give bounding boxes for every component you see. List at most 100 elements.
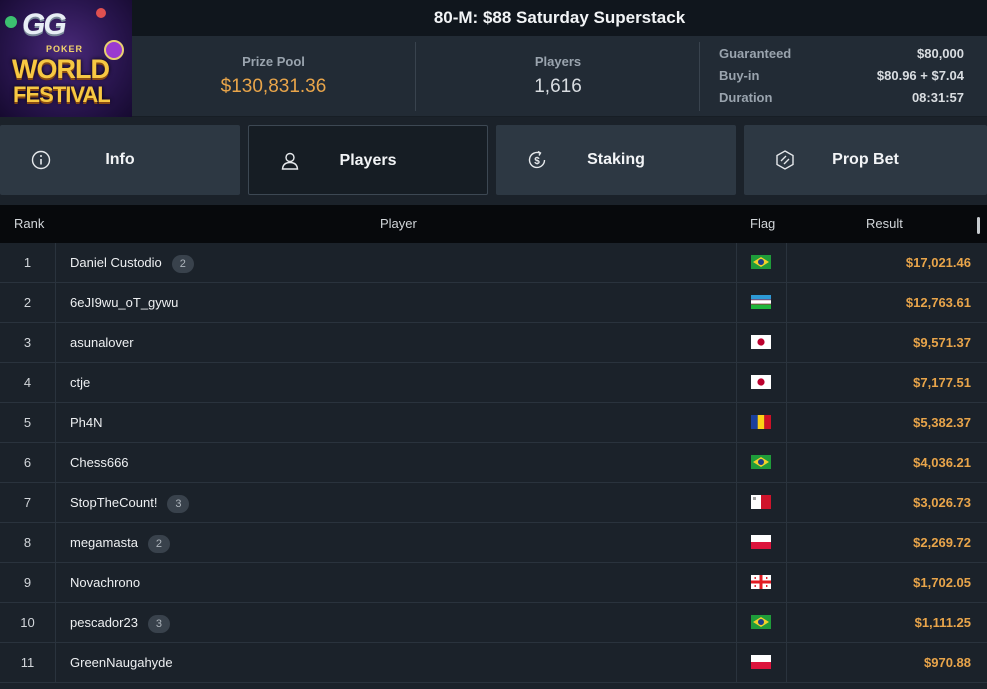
flag-column-header[interactable]: Flag	[750, 216, 775, 231]
scrollbar-thumb[interactable]	[977, 217, 980, 234]
player-name-cell: Chess666	[70, 443, 129, 483]
rank-cell: 1	[0, 243, 56, 283]
player-name-cell: Daniel Custodio 2	[70, 243, 194, 283]
tab-info-label: Info	[105, 151, 135, 168]
player-name: StopTheCount!	[70, 495, 158, 510]
rank-cell: 5	[0, 403, 56, 443]
buyin-label: Buy-in	[719, 68, 760, 83]
rank-cell: 10	[0, 603, 56, 643]
player-name: Ph4N	[70, 415, 103, 430]
table-row[interactable]: 4 ctje $7,177.51	[0, 363, 987, 403]
table-row[interactable]: 6 Chess666 $4,036.21	[0, 443, 987, 483]
rank-cell: 7	[0, 483, 56, 523]
player-name: GreenNaugahyde	[70, 655, 173, 670]
player-name: ctje	[70, 375, 91, 390]
flag-cell	[736, 483, 787, 523]
brazil-flag-icon	[751, 615, 771, 629]
poland-flag-icon	[751, 535, 771, 549]
tab-info[interactable]: Info	[0, 125, 240, 195]
brazil-flag-icon	[751, 255, 771, 269]
flag-cell	[736, 563, 787, 603]
prize-pool-label: Prize Pool	[242, 54, 305, 69]
table-header: Rank Player Flag Result	[0, 205, 987, 243]
table-row[interactable]: 10 pescador23 3 $1,111.25	[0, 603, 987, 643]
logo-gg-text: GG	[22, 8, 67, 41]
table-row[interactable]: 1 Daniel Custodio 2 $17,021.46	[0, 243, 987, 283]
georgia-flag-icon	[751, 575, 771, 589]
flag-cell	[736, 403, 787, 443]
result-cell: $12,763.61	[905, 295, 971, 310]
tab-prop-bet[interactable]: Prop Bet	[744, 125, 987, 195]
logo-gem-decoration	[5, 16, 17, 28]
flag-cell	[736, 363, 787, 403]
rank-cell: 11	[0, 643, 56, 683]
tab-staking[interactable]: $ Staking	[496, 125, 736, 195]
player-name: 6eJI9wu_oT_gywu	[70, 295, 179, 310]
table-row[interactable]: 11 GreenNaugahyde $970.88	[0, 643, 987, 683]
player-name-cell: ctje	[70, 363, 90, 403]
duration-label: Duration	[719, 90, 773, 105]
logo-poker-text: POKER	[46, 44, 84, 54]
tournament-stats-panel: Prize Pool $130,831.36 Players 1,616 Gua…	[132, 36, 987, 117]
result-cell: $3,026.73	[913, 495, 971, 510]
player-name: asunalover	[70, 335, 134, 350]
player-name-cell: StopTheCount! 3	[70, 483, 190, 523]
romania-flag-icon	[751, 415, 771, 429]
player-name-cell: Novachrono	[70, 563, 140, 603]
player-name-cell: pescador23 3	[70, 603, 170, 643]
entries-badge: 2	[147, 534, 170, 553]
player-name: Novachrono	[70, 575, 141, 590]
guaranteed-label: Guaranteed	[719, 46, 792, 61]
player-name-cell: asunalover	[70, 323, 134, 363]
table-row[interactable]: 8 megamasta 2 $2,269.72	[0, 523, 987, 563]
result-column-header[interactable]: Result	[866, 216, 903, 231]
guaranteed-row: Guaranteed $80,000	[719, 46, 964, 68]
result-cell: $1,702.05	[913, 575, 971, 590]
table-row[interactable]: 7 StopTheCount! 3 $3,026.73	[0, 483, 987, 523]
result-cell: $17,021.46	[905, 255, 971, 270]
flag-cell	[736, 323, 787, 363]
flag-cell	[736, 243, 787, 283]
player-name: pescador23	[70, 615, 138, 630]
duration-row: Duration 08:31:57	[719, 90, 964, 112]
prize-pool-stat: Prize Pool $130,831.36	[132, 36, 415, 117]
tab-bar: Info Players $ Staking Prop Bet	[0, 125, 987, 195]
players-stat: Players 1,616	[416, 36, 700, 117]
result-cell: $2,269.72	[913, 535, 971, 550]
result-cell: $4,036.21	[913, 455, 971, 470]
tab-players[interactable]: Players	[248, 125, 488, 195]
tournament-details: Guaranteed $80,000 Buy-in $80.96 + $7.04…	[719, 46, 964, 112]
rank-cell: 8	[0, 523, 56, 563]
logo-festival-text: FESTIVAL	[13, 82, 111, 107]
flag-cell	[736, 443, 787, 483]
flag-cell	[736, 523, 787, 563]
tab-players-label: Players	[339, 152, 397, 169]
table-row[interactable]: 3 asunalover $9,571.37	[0, 323, 987, 363]
players-value: 1,616	[534, 76, 582, 97]
table-row[interactable]: 2 6eJI9wu_oT_gywu $12,763.61	[0, 283, 987, 323]
poland-flag-icon	[751, 655, 771, 669]
entries-badge: 3	[167, 494, 190, 513]
logo-world-text: WORLD	[12, 54, 110, 84]
rank-cell: 6	[0, 443, 56, 483]
table-row[interactable]: 5 Ph4N $5,382.37	[0, 403, 987, 443]
buyin-row: Buy-in $80.96 + $7.04	[719, 68, 964, 90]
player-name: megamasta	[70, 535, 138, 550]
entries-badge: 2	[171, 254, 194, 273]
malta-flag-icon	[751, 495, 771, 509]
result-cell: $970.88	[924, 655, 971, 670]
duration-value: 08:31:57	[911, 90, 964, 105]
player-name-cell: 6eJI9wu_oT_gywu	[70, 283, 178, 323]
result-cell: $5,382.37	[913, 415, 971, 430]
stats-divider	[699, 42, 700, 111]
guaranteed-value: $80,000	[917, 46, 964, 61]
player-column-header[interactable]: Player	[380, 216, 417, 231]
uzbekistan-flag-icon	[751, 295, 771, 309]
rank-cell: 2	[0, 283, 56, 323]
gg-world-festival-logo: GG POKER WORLD FESTIVAL	[0, 0, 132, 117]
players-table: Rank Player Flag Result 1 Daniel Custodio…	[0, 205, 987, 689]
player-name: Daniel Custodio	[70, 255, 162, 270]
flag-cell	[736, 643, 787, 683]
rank-column-header[interactable]: Rank	[14, 216, 44, 231]
table-row[interactable]: 9 Novachrono $1,702.05	[0, 563, 987, 603]
